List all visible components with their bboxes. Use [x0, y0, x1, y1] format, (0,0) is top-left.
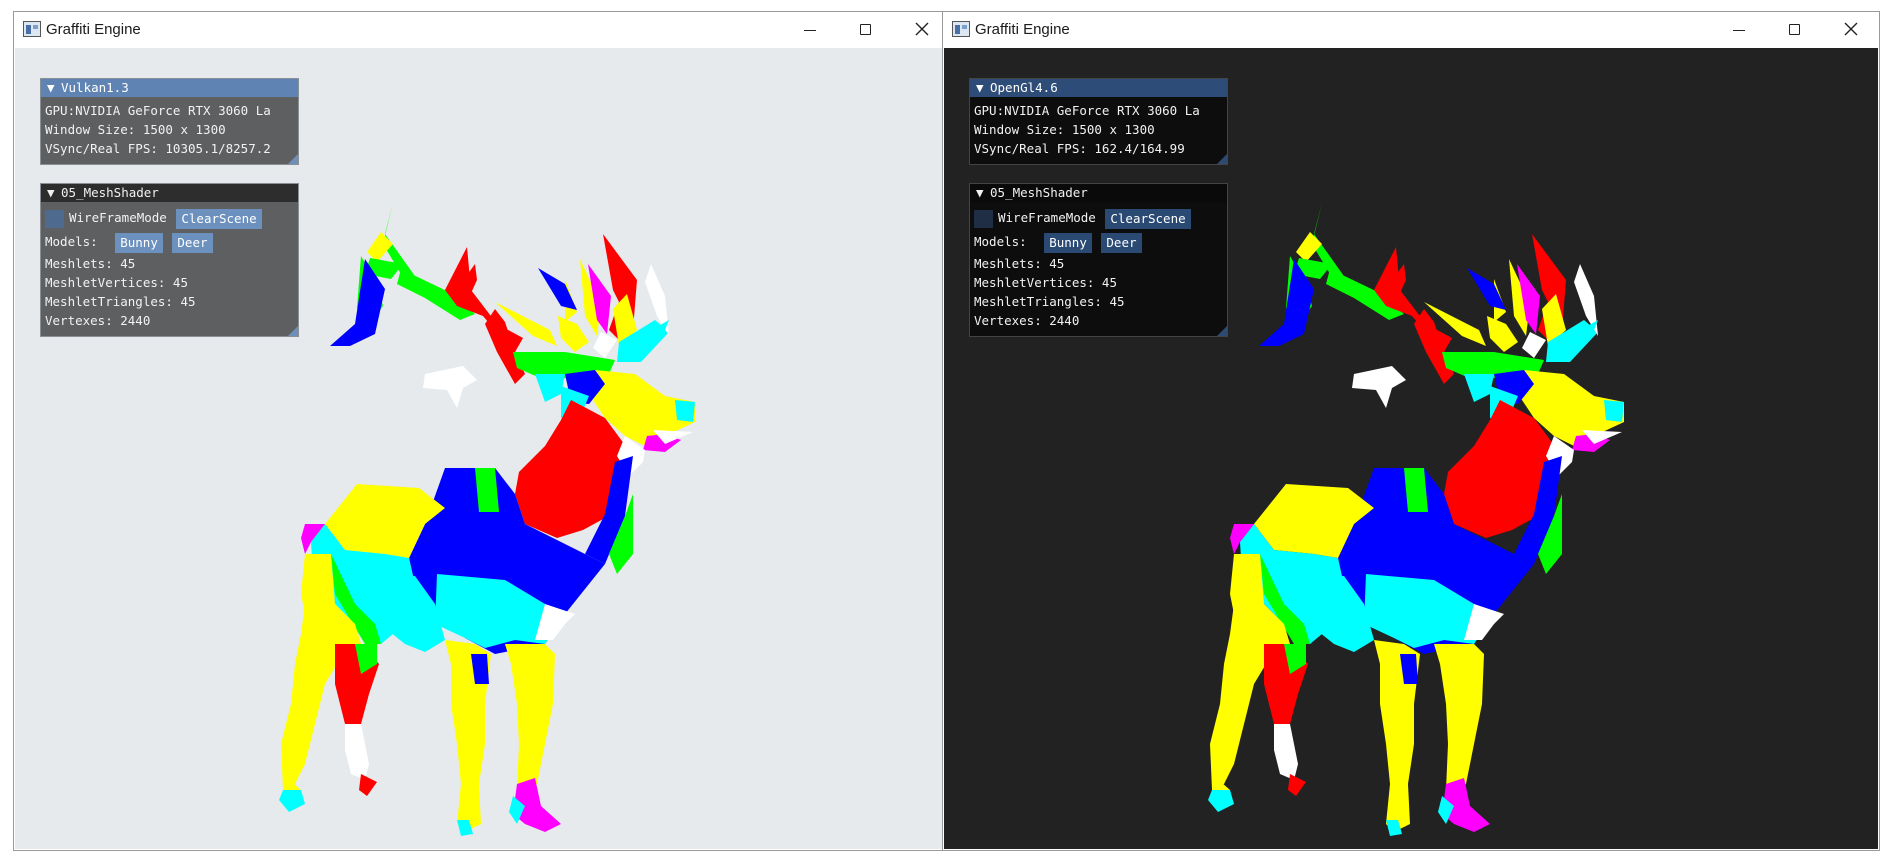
close-icon	[915, 22, 929, 36]
resize-grip[interactable]	[1217, 326, 1227, 336]
stats-panel-header[interactable]: ▼ Vulkan1.3	[41, 79, 298, 97]
triangle-down-icon[interactable]: ▼	[47, 184, 61, 202]
mesh-panel-header[interactable]: ▼ 05_MeshShader	[970, 184, 1227, 202]
bunny-button[interactable]: Bunny	[1044, 232, 1092, 253]
mesh-shader-panel: ▼ 05_MeshShader WireFrameMode ClearScene …	[969, 183, 1228, 337]
vertexes-text: Vertexes: 2440	[974, 313, 1080, 328]
meshlet-triangles-text: MeshletTriangles: 45	[974, 294, 1125, 309]
maximize-button[interactable]	[838, 12, 894, 48]
models-label: Models:	[45, 234, 98, 249]
triangle-down-icon[interactable]: ▼	[976, 184, 990, 202]
clear-scene-button[interactable]: ClearScene	[1105, 208, 1191, 229]
minimize-icon	[1733, 30, 1745, 31]
app-window-icon	[952, 21, 970, 37]
maximize-icon	[860, 24, 871, 35]
resize-grip[interactable]	[288, 154, 298, 164]
render-viewport[interactable]: ▼ Vulkan1.3 GPU:NVIDIA GeForce RTX 3060 L…	[15, 48, 949, 849]
meshlet-vertices-text: MeshletVertices: 45	[45, 275, 188, 290]
window-opengl: Graffiti Engine ▼ OpenGl4.6 GPU:NVIDIA Ge…	[942, 11, 1880, 851]
window-title: Graffiti Engine	[975, 21, 1070, 38]
stats-panel-header[interactable]: ▼ OpenGl4.6	[970, 79, 1227, 97]
maximize-icon	[1789, 24, 1800, 35]
fps-text: VSync/Real FPS: 162.4/164.99	[974, 141, 1185, 156]
deer-button[interactable]: Deer	[1101, 232, 1142, 253]
title-bar[interactable]: Graffiti Engine	[943, 12, 1879, 48]
meshlet-vertices-text: MeshletVertices: 45	[974, 275, 1117, 290]
triangle-down-icon[interactable]: ▼	[976, 79, 990, 97]
window-vulkan: Graffiti Engine ▼ Vulkan1.3 GPU:NVIDIA Ge…	[13, 11, 951, 851]
title-bar[interactable]: Graffiti Engine	[14, 12, 950, 48]
close-button[interactable]	[1823, 12, 1879, 48]
meshlets-text: Meshlets: 45	[974, 256, 1065, 271]
gpu-text: GPU:NVIDIA GeForce RTX 3060 La	[45, 103, 271, 118]
wireframe-label: WireFrameMode	[69, 210, 167, 225]
minimize-button[interactable]	[782, 12, 838, 48]
resize-grip[interactable]	[1217, 154, 1227, 164]
stats-panel: ▼ OpenGl4.6 GPU:NVIDIA GeForce RTX 3060 L…	[969, 78, 1228, 165]
models-label: Models:	[974, 234, 1027, 249]
maximize-button[interactable]	[1767, 12, 1823, 48]
mesh-panel-header[interactable]: ▼ 05_MeshShader	[41, 184, 298, 202]
minimize-button[interactable]	[1711, 12, 1767, 48]
close-icon	[1844, 22, 1858, 36]
window-size-text: Window Size: 1500 x 1300	[45, 122, 226, 137]
triangle-down-icon[interactable]: ▼	[47, 79, 61, 97]
wireframe-label: WireFrameMode	[998, 210, 1096, 225]
render-viewport[interactable]: ▼ OpenGl4.6 GPU:NVIDIA GeForce RTX 3060 L…	[944, 48, 1878, 849]
bunny-button[interactable]: Bunny	[115, 232, 163, 253]
meshlet-triangles-text: MeshletTriangles: 45	[45, 294, 196, 309]
minimize-icon	[804, 30, 816, 31]
fps-text: VSync/Real FPS: 10305.1/8257.2	[45, 141, 271, 156]
resize-grip[interactable]	[288, 326, 298, 336]
api-version-label: OpenGl4.6	[990, 80, 1058, 95]
gpu-text: GPU:NVIDIA GeForce RTX 3060 La	[974, 103, 1200, 118]
meshlets-text: Meshlets: 45	[45, 256, 136, 271]
window-title: Graffiti Engine	[46, 21, 141, 38]
window-size-text: Window Size: 1500 x 1300	[974, 122, 1155, 137]
deer-model-render	[279, 203, 695, 836]
mesh-panel-title: 05_MeshShader	[990, 185, 1088, 200]
deer-button[interactable]: Deer	[172, 232, 213, 253]
wireframe-checkbox[interactable]	[974, 209, 993, 228]
clear-scene-button[interactable]: ClearScene	[176, 208, 262, 229]
deer-model-render	[1208, 203, 1624, 836]
app-window-icon	[23, 21, 41, 37]
stats-panel: ▼ Vulkan1.3 GPU:NVIDIA GeForce RTX 3060 L…	[40, 78, 299, 165]
mesh-shader-panel: ▼ 05_MeshShader WireFrameMode ClearScene …	[40, 183, 299, 337]
vertexes-text: Vertexes: 2440	[45, 313, 151, 328]
wireframe-checkbox[interactable]	[45, 209, 64, 228]
api-version-label: Vulkan1.3	[61, 80, 129, 95]
mesh-panel-title: 05_MeshShader	[61, 185, 159, 200]
